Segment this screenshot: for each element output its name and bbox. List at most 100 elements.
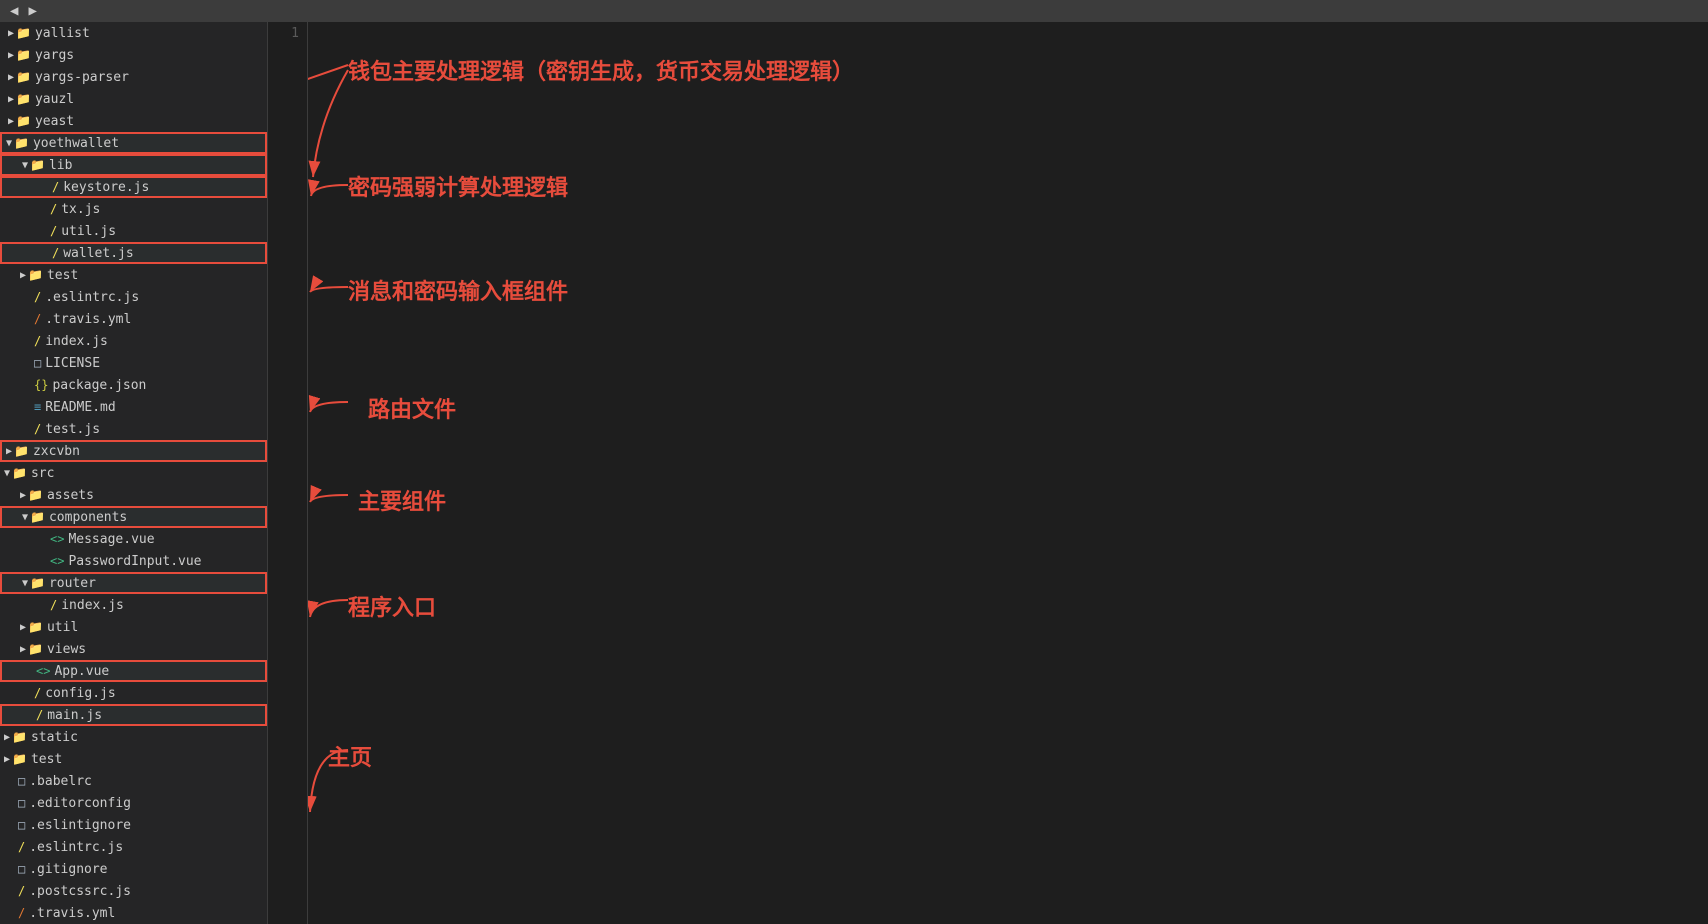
tree-label: keystore.js — [63, 180, 149, 195]
tree-label: yeast — [35, 114, 74, 129]
tree-item-src[interactable]: ▼📁 src — [0, 462, 267, 484]
annotation-router: 路由文件 — [368, 392, 456, 424]
tree-item-license[interactable]: □ LICENSE — [0, 352, 267, 374]
tree-item-zxcvbn[interactable]: ▶📁 zxcvbn — [0, 440, 267, 462]
tree-item-yargs[interactable]: ▶📁 yargs — [0, 44, 267, 66]
folder-icon: 📁 — [30, 158, 45, 172]
folder-icon: 📁 — [12, 752, 27, 766]
dotfile-icon: □ — [18, 818, 25, 832]
chevron-icon: ▶ — [8, 50, 14, 61]
tree-label: src — [31, 466, 54, 481]
tree-item-components[interactable]: ▼📁 components — [0, 506, 267, 528]
tree-item-package-json[interactable]: {} package.json — [0, 374, 267, 396]
js-icon: / — [36, 708, 43, 722]
folder-icon: 📁 — [12, 730, 27, 744]
tree-item-keystore-js[interactable]: / keystore.js — [0, 176, 267, 198]
tree-label: tx.js — [61, 202, 100, 217]
tree-item-babelrc[interactable]: □ .babelrc — [0, 770, 267, 792]
js-icon: / — [34, 422, 41, 436]
tree-item-util-js[interactable]: / util.js — [0, 220, 267, 242]
dotfile-icon: □ — [18, 796, 25, 810]
forward-button[interactable]: ▶ — [26, 3, 38, 19]
annotation-entry: 程序入口 — [348, 590, 436, 622]
tree-item-app-vue[interactable]: <> App.vue — [0, 660, 267, 682]
chevron-icon: ▶ — [6, 446, 12, 457]
tree-item-util[interactable]: ▶📁 util — [0, 616, 267, 638]
tree-item-gitignore[interactable]: □ .gitignore — [0, 858, 267, 880]
chevron-icon: ▶ — [20, 490, 26, 501]
folder-icon: 📁 — [28, 620, 43, 634]
file-icon: □ — [34, 356, 41, 370]
md-icon: ≡ — [34, 400, 41, 414]
tree-item-yauzl[interactable]: ▶📁 yauzl — [0, 88, 267, 110]
tree-item-travis-yml2[interactable]: / .travis.yml — [0, 902, 267, 924]
tree-label: .travis.yml — [29, 906, 115, 921]
tree-item-eslintignore[interactable]: □ .eslintignore — [0, 814, 267, 836]
tree-label: .eslintrc.js — [45, 290, 139, 305]
js-icon: / — [50, 598, 57, 612]
chevron-icon: ▼ — [4, 468, 10, 479]
folder-icon: 📁 — [16, 114, 31, 128]
folder-icon: 📁 — [16, 26, 31, 40]
tree-item-editorconfig[interactable]: □ .editorconfig — [0, 792, 267, 814]
js-icon: / — [34, 334, 41, 348]
tree-label: README.md — [45, 400, 115, 415]
folder-icon: 📁 — [28, 642, 43, 656]
tree-item-yoethwallet[interactable]: ▼📁 yoethwallet — [0, 132, 267, 154]
tree-item-passwordinput-vue[interactable]: <> PasswordInput.vue — [0, 550, 267, 572]
tree-label: main.js — [47, 708, 102, 723]
tree-label: .gitignore — [29, 862, 107, 877]
tree-item-test2[interactable]: ▶📁 test — [0, 748, 267, 770]
tree-item-postcssrc-js[interactable]: / .postcssrc.js — [0, 880, 267, 902]
tree-item-eslintrc-js[interactable]: / .eslintrc.js — [0, 286, 267, 308]
annotation-password-calc: 密码强弱计算处理逻辑 — [348, 170, 568, 202]
tree-label: .editorconfig — [29, 796, 131, 811]
tree-item-eslintrc-js2[interactable]: / .eslintrc.js — [0, 836, 267, 858]
tree-label: test — [47, 268, 78, 283]
chevron-icon: ▶ — [20, 270, 26, 281]
line-numbers: 1 — [268, 22, 308, 924]
tree-label: router — [49, 576, 96, 591]
tree-item-test-folder[interactable]: ▶📁 test — [0, 264, 267, 286]
tree-label: wallet.js — [63, 246, 133, 261]
tree-item-router[interactable]: ▼📁 router — [0, 572, 267, 594]
chevron-icon: ▶ — [8, 94, 14, 105]
annotation-message-component: 消息和密码输入框组件 — [348, 274, 568, 306]
tree-item-router-index-js[interactable]: / index.js — [0, 594, 267, 616]
folder-icon: 📁 — [16, 92, 31, 106]
tree-item-index-js[interactable]: / index.js — [0, 330, 267, 352]
tree-label: test.js — [45, 422, 100, 437]
js-icon: / — [18, 884, 25, 898]
tree-label: yoethwallet — [33, 136, 119, 151]
tree-item-static[interactable]: ▶📁 static — [0, 726, 267, 748]
tree-label: yallist — [35, 26, 90, 41]
folder-icon: 📁 — [28, 268, 43, 282]
tree-item-readme-md[interactable]: ≡ README.md — [0, 396, 267, 418]
tree-item-yallist[interactable]: ▶📁 yallist — [0, 22, 267, 44]
tree-item-travis-yml[interactable]: / .travis.yml — [0, 308, 267, 330]
tree-label: PasswordInput.vue — [68, 554, 201, 569]
tree-label: .eslintignore — [29, 818, 131, 833]
tree-item-lib[interactable]: ▼📁 lib — [0, 154, 267, 176]
tree-item-views[interactable]: ▶📁 views — [0, 638, 267, 660]
tree-item-config-js[interactable]: / config.js — [0, 682, 267, 704]
tree-item-yeast[interactable]: ▶📁 yeast — [0, 110, 267, 132]
tree-item-assets[interactable]: ▶📁 assets — [0, 484, 267, 506]
folder-icon: 📁 — [28, 488, 43, 502]
main-container: ▶📁 yallist▶📁 yargs▶📁 yargs-parser▶📁 yauz… — [0, 22, 1708, 924]
back-button[interactable]: ◀ — [8, 3, 20, 19]
tree-item-tx-js[interactable]: / tx.js — [0, 198, 267, 220]
chevron-icon: ▶ — [8, 28, 14, 39]
tree-item-wallet-js[interactable]: / wallet.js — [0, 242, 267, 264]
vue-icon: <> — [50, 554, 64, 568]
tree-label: .eslintrc.js — [29, 840, 123, 855]
chevron-icon: ▼ — [22, 578, 28, 589]
tree-item-message-vue[interactable]: <> Message.vue — [0, 528, 267, 550]
tree-label: util — [47, 620, 78, 635]
annotation-homepage: 主页 — [328, 740, 372, 772]
tree-item-test-js[interactable]: / test.js — [0, 418, 267, 440]
tree-item-main-js[interactable]: / main.js — [0, 704, 267, 726]
tree-item-yargs-parser[interactable]: ▶📁 yargs-parser — [0, 66, 267, 88]
chevron-icon: ▶ — [20, 644, 26, 655]
tree-label: yargs — [35, 48, 74, 63]
